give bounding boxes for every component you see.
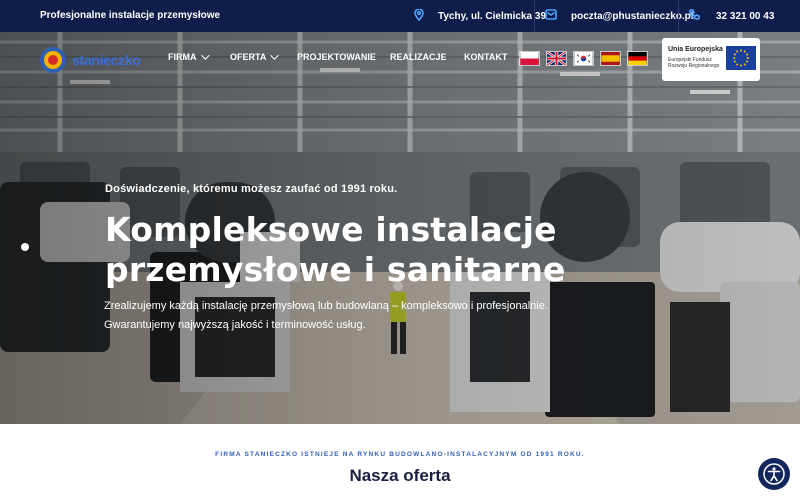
accessibility-icon <box>763 463 785 485</box>
flag-pl-icon[interactable] <box>519 51 540 66</box>
flag-es-icon[interactable] <box>600 51 621 66</box>
hero-title-line: przemysłowe i sanitarne <box>105 250 566 289</box>
nav-label: OFERTA <box>230 52 267 62</box>
nav-label: KONTAKT <box>464 52 508 62</box>
top-info-bar: Profesjonalne instalacje przemysłowe Tyc… <box>0 0 800 32</box>
flag-de-icon[interactable] <box>627 51 648 66</box>
hero-desc-line: Gwarantujemy najwyższą jakość i terminow… <box>104 319 366 331</box>
hero-title: Kompleksowe instalacje przemysłowe i san… <box>105 210 566 290</box>
accessibility-button[interactable] <box>758 458 790 490</box>
email-link[interactable]: poczta@phustanieczko.pl <box>571 11 694 22</box>
eu-subtitle: Europejski Fundusz Rozwoju Regionalnego <box>668 57 720 69</box>
nav-item-kontakt[interactable]: KONTAKT <box>464 52 507 62</box>
hero-desc-line: Zrealizujemy każdą instalację przemysłow… <box>104 300 548 312</box>
nav-label: REALIZACJE <box>390 52 447 62</box>
site-tagline: Profesjonalne instalacje przemysłowe <box>40 10 221 21</box>
eu-flag-icon <box>726 46 756 70</box>
flag-kr-icon[interactable] <box>573 51 594 66</box>
flag-gb-icon[interactable] <box>546 51 567 66</box>
nav-item-firma[interactable]: FIRMA <box>168 51 230 62</box>
nav-item-realizacje[interactable]: REALIZACJE <box>390 52 464 62</box>
site-logo[interactable]: stanieczko <box>38 42 150 78</box>
offer-kicker: FIRMA STANIECZKO ISTNIEJE NA RYNKU BUDOW… <box>215 451 585 458</box>
mail-icon <box>545 9 557 23</box>
chevron-down-icon <box>270 51 280 60</box>
divider <box>678 0 679 32</box>
nav-label: FIRMA <box>168 52 197 62</box>
eu-title: Unia Europejska <box>668 46 723 53</box>
email-info[interactable]: poczta@phustanieczko.pl <box>545 0 694 32</box>
slider-dot[interactable] <box>21 243 29 251</box>
phone-link[interactable]: 32 321 00 43 <box>716 11 774 22</box>
main-navigation: FIRMA OFERTA PROJEKTOWANIE REALIZACJE KO… <box>168 51 507 62</box>
address-info: Tychy, ul. Cielmicka 39 <box>414 0 546 32</box>
hero-kicker: Doświadczenie, któremu możesz zaufać od … <box>105 183 398 195</box>
logo-text: stanieczko <box>72 52 141 68</box>
language-switcher <box>519 51 648 66</box>
nav-item-projektowanie[interactable]: PROJEKTOWANIE <box>297 52 390 62</box>
nav-item-oferta[interactable]: OFERTA <box>230 51 297 62</box>
logo-mark-icon <box>40 47 66 73</box>
hero-title-line: Kompleksowe instalacje <box>105 210 557 249</box>
divider <box>534 0 535 32</box>
eu-funding-badge[interactable]: Unia Europejska Europejski Fundusz Rozwo… <box>662 38 760 81</box>
map-pin-icon <box>414 7 424 24</box>
nav-label: PROJEKTOWANIE <box>297 52 376 62</box>
phone-info[interactable]: 32 321 00 43 <box>689 0 774 32</box>
chevron-down-icon <box>200 51 210 60</box>
hero-description: Zrealizujemy każdą instalację przemysłow… <box>104 297 548 335</box>
address-text: Tychy, ul. Cielmicka 39 <box>438 10 547 22</box>
phone-icon <box>689 9 700 23</box>
offer-title: Nasza oferta <box>349 466 451 485</box>
